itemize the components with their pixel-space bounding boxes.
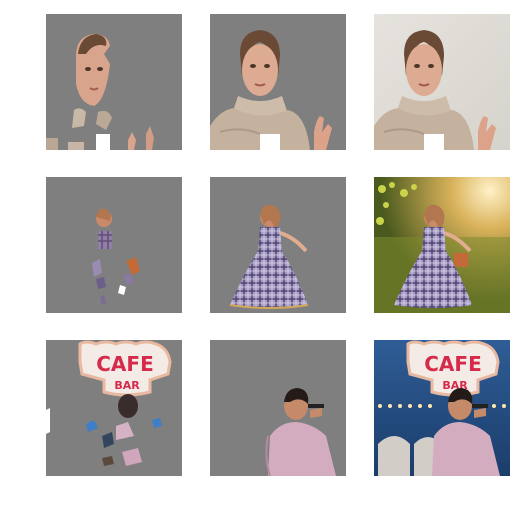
row1-original-photo-panel — [374, 14, 510, 150]
row1-original-photo-image — [374, 14, 510, 150]
row3-coarse-mask-panel: CAFE BAR — [46, 340, 182, 476]
sign-top-text-original: CAFE — [424, 352, 481, 376]
row2-original-photo-image — [374, 177, 510, 313]
sign-bottom-text: BAR — [114, 379, 140, 392]
row3-refined-mask-image — [210, 340, 346, 476]
row1-coarse-mask-panel — [46, 14, 182, 150]
sign-top-text: CAFE — [96, 352, 153, 376]
row3-original-photo-panel: CAFE BAR — [374, 340, 510, 476]
row3-coarse-mask-image: CAFE BAR — [46, 340, 182, 476]
row2-refined-mask-panel — [210, 177, 346, 313]
row2-original-photo-panel — [374, 177, 510, 313]
segmentation-figure-grid: CAFE BAR CAFE BAR — [0, 0, 520, 510]
row1-refined-mask-image — [210, 14, 346, 150]
row3-refined-mask-panel — [210, 340, 346, 476]
row2-coarse-mask-panel — [46, 177, 182, 313]
row1-coarse-mask-image — [46, 14, 182, 150]
row2-refined-mask-image — [210, 177, 346, 313]
row3-original-photo-image: CAFE BAR — [374, 340, 510, 476]
row1-refined-mask-panel — [210, 14, 346, 150]
row2-coarse-mask-image — [46, 177, 182, 313]
